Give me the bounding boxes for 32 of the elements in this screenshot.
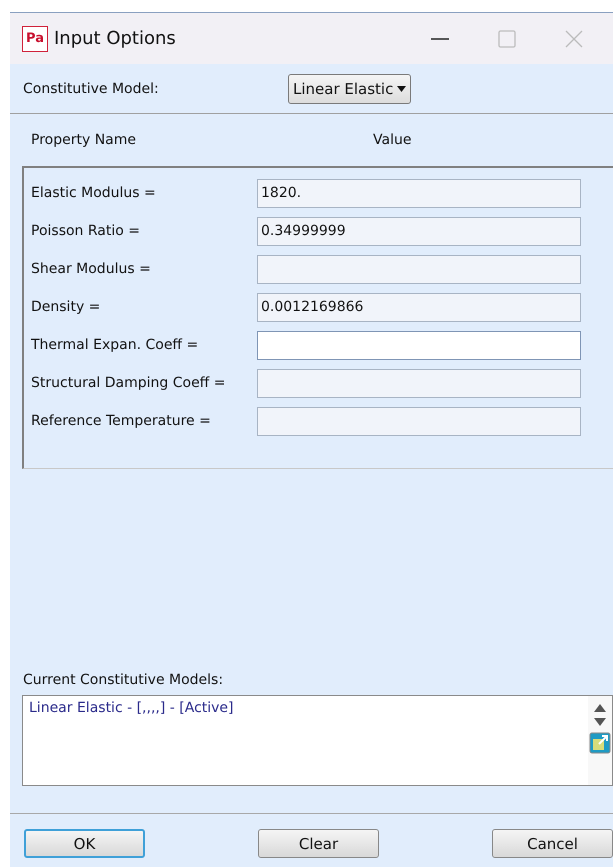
value-field[interactable]: [257, 254, 581, 284]
value-field[interactable]: 1820.: [257, 178, 581, 208]
dialog-button[interactable]: Cancel: [492, 829, 613, 858]
property-label: Thermal Expan. Coeff =: [31, 337, 200, 353]
property-label: Density =: [31, 299, 102, 315]
close-icon[interactable]: [564, 28, 584, 48]
column-header: Value: [373, 132, 412, 148]
value-field[interactable]: 0.34999999: [257, 216, 581, 246]
column-header: Property Name: [31, 132, 137, 148]
maximize-icon[interactable]: [497, 28, 517, 48]
property-label: Structural Damping Coeff =: [31, 375, 227, 391]
property-label: Reference Temperature =: [31, 413, 212, 429]
export-icon[interactable]: [589, 732, 611, 754]
dialog-button[interactable]: Clear: [258, 829, 380, 858]
current-models-label: Current Constitutive Models:: [23, 672, 224, 688]
caret-icon: [397, 86, 406, 92]
value-field[interactable]: 0.0012169866: [257, 292, 581, 322]
model-dropdown[interactable]: Linear Elastic: [288, 74, 412, 104]
property-label: Poisson Ratio =: [31, 223, 141, 239]
model-label: Constitutive Model:: [23, 80, 160, 96]
scrollbar[interactable]: [588, 696, 612, 785]
value-field[interactable]: [257, 330, 581, 360]
window-title: Input Options: [54, 28, 177, 49]
model-entry[interactable]: Linear Elastic - [,,,,] - [Active]: [29, 700, 582, 716]
property-label: Elastic Modulus =: [31, 185, 157, 201]
scroll-down-icon[interactable]: [594, 718, 606, 726]
dialog-button[interactable]: OK: [24, 829, 146, 858]
scroll-up-icon[interactable]: [594, 704, 606, 712]
value-field[interactable]: [257, 368, 581, 398]
app-logo-icon: Pa: [22, 26, 48, 52]
value-field[interactable]: [257, 406, 581, 436]
property-label: Shear Modulus =: [31, 261, 152, 277]
